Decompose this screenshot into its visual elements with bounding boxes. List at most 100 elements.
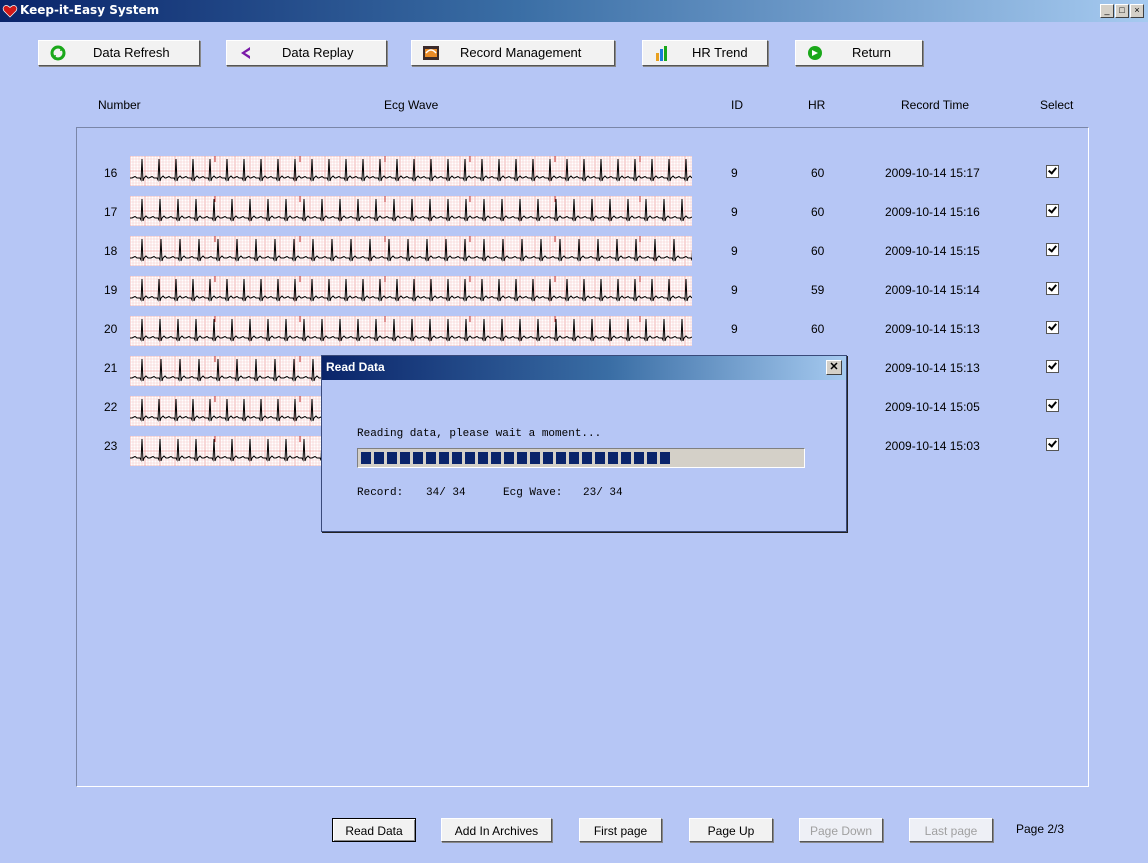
progress-block	[387, 452, 397, 464]
header-ecg-wave: Ecg Wave	[384, 98, 439, 112]
heart-icon	[2, 5, 18, 18]
minimize-button[interactable]: _	[1100, 4, 1114, 18]
select-checkbox[interactable]	[1046, 282, 1059, 295]
page-up-button[interactable]: Page Up	[689, 818, 773, 842]
progress-fill	[359, 450, 670, 466]
header-id: ID	[731, 98, 743, 112]
window-title: Keep-it-Easy System	[20, 3, 160, 17]
progress-block	[478, 452, 488, 464]
data-refresh-button[interactable]: Data Refresh	[38, 40, 200, 66]
row-hr: 60	[811, 322, 825, 336]
row-hr: 60	[811, 244, 825, 258]
ecg-wave-strip[interactable]	[129, 315, 708, 347]
progress-block	[608, 452, 618, 464]
select-checkbox[interactable]	[1046, 399, 1059, 412]
progress-block	[582, 452, 592, 464]
dialog-title-bar: Read Data ✕	[322, 356, 846, 380]
row-number: 19	[104, 283, 118, 297]
toolbar: Data Refresh Data Replay Record Manageme…	[0, 40, 1148, 66]
progress-block	[504, 452, 514, 464]
progress-block	[452, 452, 462, 464]
row-record-time: 2009-10-14 15:13	[885, 322, 980, 336]
progress-block	[569, 452, 579, 464]
bar-chart-icon	[656, 46, 667, 61]
row-id: 9	[731, 283, 738, 297]
add-in-archives-button[interactable]: Add In Archives	[441, 818, 552, 842]
progress-block	[517, 452, 527, 464]
refresh-icon	[50, 45, 66, 61]
row-id: 9	[731, 205, 738, 219]
row-record-time: 2009-10-14 15:15	[885, 244, 980, 258]
select-checkbox[interactable]	[1046, 204, 1059, 217]
progress-block	[361, 452, 371, 464]
row-number: 20	[104, 322, 118, 336]
page-indicator: Page 2/3	[1016, 822, 1065, 836]
row-id: 9	[731, 166, 738, 180]
dialog-close-button[interactable]: ✕	[826, 360, 842, 375]
row-record-time: 2009-10-14 15:13	[885, 361, 980, 375]
dialog-title: Read Data	[326, 360, 385, 374]
progress-block	[556, 452, 566, 464]
header-hr: HR	[808, 98, 826, 112]
progress-block	[634, 452, 644, 464]
return-label: Return	[852, 45, 892, 60]
row-number: 17	[104, 205, 118, 219]
title-bar: Keep-it-Easy System _ □ ×	[0, 0, 1148, 22]
return-icon	[808, 46, 822, 60]
read-data-dialog: Read Data ✕	[321, 355, 847, 532]
select-checkbox[interactable]	[1046, 243, 1059, 256]
row-number: 23	[104, 439, 118, 453]
return-button[interactable]: Return	[795, 40, 923, 66]
record-count-value: 34/ 34	[426, 487, 466, 499]
progress-block	[621, 452, 631, 464]
ecg-wave-strip[interactable]	[129, 195, 708, 227]
record-management-label: Record Management	[460, 45, 582, 60]
progress-block	[491, 452, 501, 464]
row-record-time: 2009-10-14 15:14	[885, 283, 980, 297]
progress-bar	[357, 448, 805, 468]
last-page-button[interactable]: Last page	[909, 818, 993, 842]
ecg-wave-count-label: Ecg Wave:	[503, 487, 563, 499]
read-data-button[interactable]: Read Data	[332, 818, 416, 842]
data-replay-button[interactable]: Data Replay	[226, 40, 387, 66]
row-number: 22	[104, 400, 118, 414]
ecg-wave-strip[interactable]	[129, 275, 693, 307]
row-record-time: 2009-10-14 15:16	[885, 205, 980, 219]
arrow-left-icon	[241, 47, 250, 59]
row-record-time: 2009-10-14 15:03	[885, 439, 980, 453]
data-refresh-label: Data Refresh	[93, 45, 170, 60]
progress-block	[647, 452, 657, 464]
progress-block	[413, 452, 423, 464]
ecg-wave-strip[interactable]	[129, 155, 693, 187]
row-record-time: 2009-10-14 15:05	[885, 400, 980, 414]
maximize-button[interactable]: □	[1115, 4, 1129, 18]
row-hr: 60	[811, 166, 825, 180]
select-checkbox[interactable]	[1046, 360, 1059, 373]
select-checkbox[interactable]	[1046, 165, 1059, 178]
ecg-wave-strip[interactable]	[129, 235, 701, 267]
row-number: 16	[104, 166, 118, 180]
first-page-button[interactable]: First page	[579, 818, 662, 842]
select-checkbox[interactable]	[1046, 438, 1059, 451]
header-record-time: Record Time	[901, 98, 970, 112]
row-hr: 60	[811, 205, 825, 219]
progress-block	[400, 452, 410, 464]
close-button[interactable]: ×	[1130, 4, 1144, 18]
select-checkbox[interactable]	[1046, 321, 1059, 334]
progress-block	[543, 452, 553, 464]
data-replay-label: Data Replay	[282, 45, 354, 60]
records-icon	[423, 46, 439, 60]
progress-block	[439, 452, 449, 464]
record-management-button[interactable]: Record Management	[411, 40, 615, 66]
row-record-time: 2009-10-14 15:17	[885, 166, 980, 180]
progress-block	[426, 452, 436, 464]
row-id: 9	[731, 322, 738, 336]
page-down-button[interactable]: Page Down	[799, 818, 883, 842]
record-count-label: Record:	[357, 487, 404, 499]
row-number: 18	[104, 244, 118, 258]
hr-trend-button[interactable]: HR Trend	[642, 40, 768, 66]
row-id: 9	[731, 244, 738, 258]
progress-block	[530, 452, 540, 464]
header-number: Number	[98, 98, 141, 112]
progress-block	[595, 452, 605, 464]
